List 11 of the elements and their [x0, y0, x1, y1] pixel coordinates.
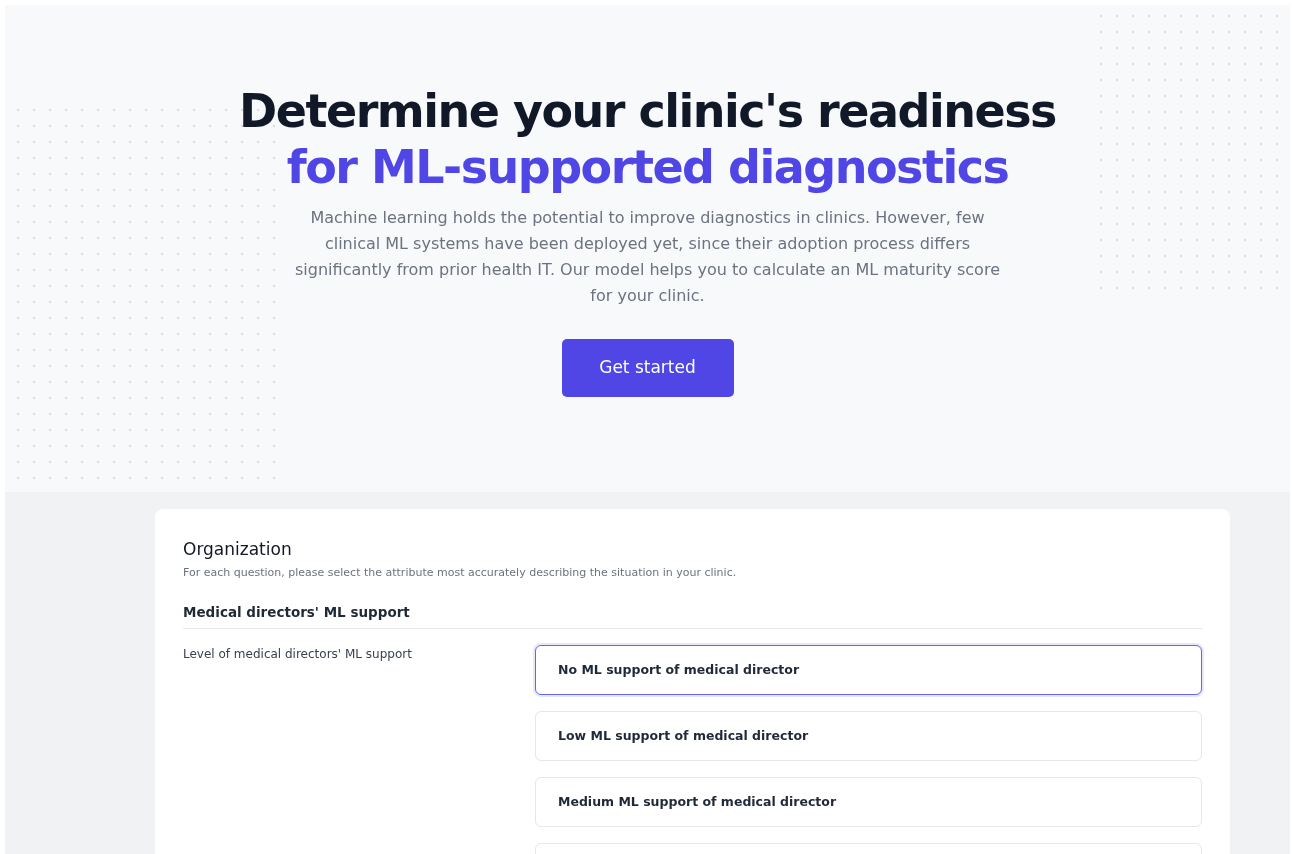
- section-description: For each question, please select the attribute most accurately describing the situation in your clinic.: [183, 565, 738, 582]
- question-group-heading: Medical directors' ML support: [183, 601, 1202, 630]
- hero-title: Determine your clinic's readiness: [239, 83, 1056, 139]
- question-label: Level of medical directors' ML support: [183, 647, 412, 662]
- answer-option[interactable]: No ML support of medical director: [535, 645, 1202, 696]
- answer-option[interactable]: Medium ML support of medical director: [535, 777, 1202, 828]
- hero-title: for ML-supported diagnostics: [286, 139, 1009, 195]
- answer-option[interactable]: Low ML support of medical director: [535, 711, 1202, 762]
- section-title: Organization: [183, 539, 293, 560]
- hero-description: Machine learning holds the potential to improve diagnostics in clinics. However, few clinical ML systems have been deployed yet, since their adoption process differs significantly from prior health IT. Our model helps you to calculate an ML maturity score for your clinic.: [294, 207, 1001, 307]
- get-started-button[interactable]: Get started: [561, 339, 734, 397]
